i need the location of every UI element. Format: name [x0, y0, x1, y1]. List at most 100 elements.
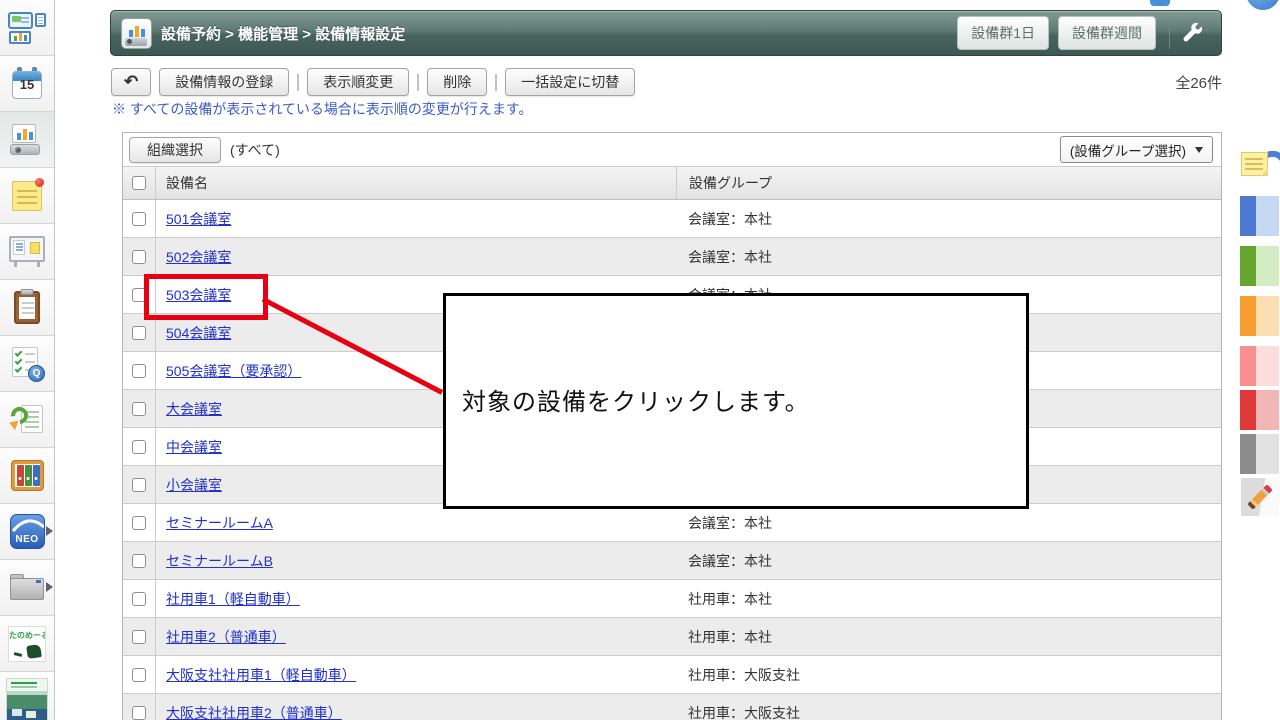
facility-group-select-value: (設備グループ選択): [1070, 140, 1186, 160]
sidebar-item-portal[interactable]: [0, 0, 54, 56]
neo-app-icon: NEO: [10, 514, 45, 549]
facility-link[interactable]: 中会議室: [166, 437, 222, 457]
app-header-bar: 設備予約 > 機能管理 > 設備情報設定 設備群1日 設備群週間: [110, 10, 1222, 56]
facility-reservation-icon: [10, 124, 44, 155]
top-partial-icon[interactable]: [1246, 0, 1280, 10]
sticky-color-orange[interactable]: [1240, 296, 1279, 336]
table-row: 502会議室会議室：本社: [123, 238, 1221, 276]
sidebar-item-workflow[interactable]: [0, 392, 54, 448]
toolbar: ↶ 設備情報の登録 表示順変更 削除 一括設定に切替: [111, 68, 635, 96]
sidebar-item-schedule[interactable]: 15: [0, 56, 54, 112]
table-header: 設備名 設備グループ: [123, 167, 1221, 200]
expand-arrow-icon[interactable]: [46, 526, 53, 536]
row-checkbox[interactable]: [132, 706, 146, 720]
cabinet-icon: [11, 460, 44, 491]
expand-arrow-icon[interactable]: [46, 582, 53, 592]
sidebar-item-neo[interactable]: NEO: [0, 504, 54, 560]
row-checkbox[interactable]: [132, 364, 146, 378]
sticky-color-pink[interactable]: [1240, 346, 1279, 386]
sidebar-item-folder[interactable]: [0, 560, 54, 616]
org-selected-value: (すべて): [230, 140, 280, 160]
facility-link[interactable]: セミナールームA: [166, 513, 273, 533]
sticky-color-green[interactable]: [1240, 246, 1279, 286]
facility-link[interactable]: 505会議室（要承認）: [166, 361, 301, 381]
facility-link[interactable]: 501会議室: [166, 209, 231, 229]
left-app-sidebar: 15 Q NEO: [0, 0, 55, 720]
annotation-callout: 対象の設備をクリックします。: [443, 293, 1029, 509]
sidebar-item-survey[interactable]: Q: [0, 336, 54, 392]
filter-row: 組織選択 (すべて) (設備グループ選択): [123, 133, 1221, 167]
table-row: 大阪支社社用車1（軽自動車）社用車：大阪支社: [123, 656, 1221, 694]
facility-group-week-button[interactable]: 設備群週間: [1058, 16, 1156, 50]
row-checkbox[interactable]: [132, 478, 146, 492]
sticky-color-gray[interactable]: [1240, 434, 1279, 474]
facility-link[interactable]: 502会議室: [166, 247, 231, 267]
facility-link[interactable]: 大会議室: [166, 399, 222, 419]
back-button[interactable]: ↶: [111, 68, 151, 96]
org-select-button[interactable]: 組織選択: [129, 137, 221, 163]
facility-link[interactable]: 小会議室: [166, 475, 222, 495]
facility-link[interactable]: 大阪支社社用車2（普通車）: [166, 703, 342, 720]
row-checkbox[interactable]: [132, 516, 146, 530]
row-checkbox[interactable]: [132, 668, 146, 682]
table-row: 501会議室会議室：本社: [123, 200, 1221, 238]
facility-group-day-button[interactable]: 設備群1日: [957, 16, 1049, 50]
total-count-label: 全26件: [1175, 72, 1222, 93]
register-facility-button[interactable]: 設備情報の登録: [159, 68, 289, 96]
facility-link[interactable]: 社用車1（軽自動車）: [166, 589, 300, 609]
sticky-color-red[interactable]: [1240, 390, 1279, 430]
sticky-color-blue[interactable]: [1240, 196, 1279, 236]
row-checkbox[interactable]: [132, 212, 146, 226]
table-row: 社用車2（普通車）社用車：本社: [123, 618, 1221, 656]
row-checkbox[interactable]: [132, 592, 146, 606]
sidebar-item-banner[interactable]: [0, 672, 54, 720]
sidebar-item-facility-reservation[interactable]: [0, 112, 54, 168]
row-checkbox[interactable]: [132, 554, 146, 568]
facility-link[interactable]: 504会議室: [166, 323, 231, 343]
sidebar-item-clipboard[interactable]: [0, 280, 54, 336]
app-screen: 15 Q NEO: [0, 0, 1280, 720]
tanomeru-icon: たのめーる: [8, 626, 46, 662]
toolbar-separator: [417, 74, 419, 91]
sidebar-item-bulletin[interactable]: [0, 224, 54, 280]
pencil-icon[interactable]: [1241, 478, 1279, 516]
workflow-icon: [11, 403, 43, 436]
column-header-name: 設備名: [156, 167, 676, 199]
portal-icon: [8, 12, 46, 44]
schedule-calendar-icon: 15: [12, 67, 42, 100]
breadcrumb: 設備予約 > 機能管理 > 設備情報設定: [161, 23, 405, 44]
clipboard-icon: [14, 291, 40, 324]
sidebar-item-tanomeru[interactable]: たのめーる: [0, 616, 54, 672]
facility-link[interactable]: 社用車2（普通車）: [166, 627, 286, 647]
bulletin-board-icon: [9, 236, 45, 267]
row-checkbox[interactable]: [132, 326, 146, 340]
facility-group-select[interactable]: (設備グループ選択): [1060, 136, 1213, 163]
banner-image: [6, 678, 48, 720]
sidebar-item-cabinet[interactable]: [0, 448, 54, 504]
settings-wrench-icon[interactable]: [1172, 18, 1211, 48]
table-row: セミナールームA会議室：本社: [123, 504, 1221, 542]
folder-icon: [10, 574, 44, 601]
switch-bulk-setting-button[interactable]: 一括設定に切替: [505, 68, 635, 96]
survey-icon: Q: [12, 347, 42, 380]
row-checkbox[interactable]: [132, 250, 146, 264]
toolbar-separator: [297, 74, 299, 91]
table-row: 社用車1（軽自動車）社用車：本社: [123, 580, 1221, 618]
row-checkbox[interactable]: [132, 440, 146, 454]
select-all-checkbox[interactable]: [132, 176, 146, 190]
delete-button[interactable]: 削除: [427, 68, 487, 96]
sidebar-item-memo[interactable]: [0, 168, 54, 224]
row-checkbox[interactable]: [132, 402, 146, 416]
sticky-note-icon[interactable]: [1241, 146, 1280, 182]
facility-link[interactable]: 大阪支社社用車1（軽自動車）: [166, 665, 356, 685]
annotation-text: 対象の設備をクリックします。: [462, 382, 810, 417]
annotation-highlight-box: [144, 274, 268, 320]
facility-link[interactable]: セミナールームB: [166, 551, 273, 571]
toolbar-separator: [495, 74, 497, 91]
row-checkbox[interactable]: [132, 630, 146, 644]
memo-note-icon: [12, 181, 42, 211]
change-display-order-button[interactable]: 表示順変更: [307, 68, 409, 96]
header-separator: [1169, 17, 1170, 49]
table-row: 大阪支社社用車2（普通車）社用車：大阪支社: [123, 694, 1221, 720]
top-partial-icon[interactable]: [1150, 0, 1170, 6]
